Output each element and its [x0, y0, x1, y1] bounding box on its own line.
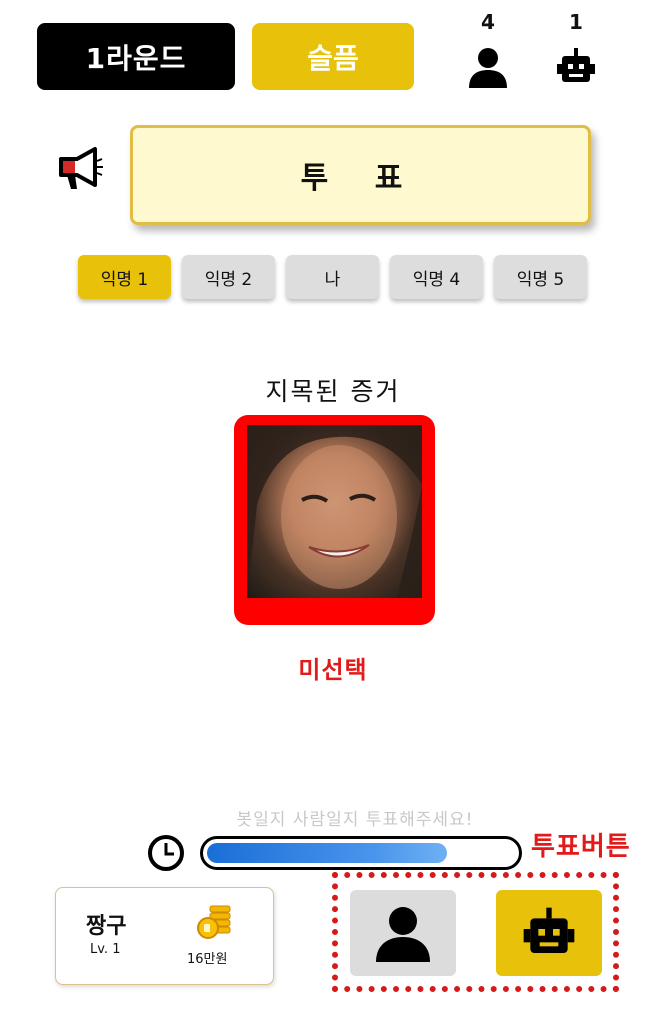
human-count: 4 — [481, 10, 495, 34]
robot-icon — [523, 907, 575, 953]
mood-badge: 슬픔 — [252, 23, 414, 90]
player-tab-me[interactable]: 나 — [286, 255, 379, 299]
player-tab-label: 익명 2 — [204, 269, 253, 290]
round-label: 1라운드 — [85, 41, 187, 75]
evidence-title: 지목된 증거 — [265, 377, 401, 406]
vote-human-button[interactable] — [350, 890, 456, 976]
round-indicator: 1라운드 — [37, 23, 235, 90]
phase-banner: 투 표 — [130, 125, 591, 225]
vote-buttons-annotation: 투표버튼 — [531, 832, 631, 862]
player-tab-label: 익명 5 — [516, 269, 565, 290]
player-tab-anon-2[interactable]: 익명 2 — [182, 255, 275, 299]
profile-money: 16만원 — [187, 952, 228, 967]
timer-fill — [207, 843, 448, 863]
player-tab-label: 익명 1 — [100, 269, 149, 290]
evidence-photo — [247, 425, 422, 598]
profile-card: 짱구 Lv. 1 16만원 — [55, 887, 274, 985]
bot-count: 1 — [569, 10, 583, 34]
player-tab-anon-4[interactable]: 익명 4 — [390, 255, 483, 299]
evidence-card[interactable] — [234, 415, 435, 625]
megaphone-icon — [59, 147, 103, 189]
player-tab-anon-1[interactable]: 익명 1 — [78, 255, 171, 299]
player-tabs: 익명 1 익명 2 나 익명 4 익명 5 — [78, 255, 587, 299]
human-counter: 4 — [458, 10, 518, 88]
phase-title: 투 표 — [300, 161, 421, 196]
player-tab-label: 익명 4 — [412, 269, 461, 290]
profile-name: 짱구 — [86, 914, 127, 939]
timer-bar — [200, 836, 522, 870]
mood-label: 슬픔 — [307, 41, 359, 75]
robot-icon — [557, 48, 595, 82]
selection-status: 미선택 — [298, 656, 368, 684]
coin-stack-icon — [197, 905, 231, 939]
player-tab-anon-5[interactable]: 익명 5 — [494, 255, 587, 299]
player-tab-label: 나 — [324, 269, 341, 290]
clock-icon — [148, 835, 184, 871]
profile-level: Lv. 1 — [90, 942, 121, 957]
vote-bot-button[interactable] — [496, 890, 602, 976]
person-icon — [469, 48, 507, 88]
person-icon — [376, 907, 430, 962]
bot-counter: 1 — [546, 10, 606, 88]
